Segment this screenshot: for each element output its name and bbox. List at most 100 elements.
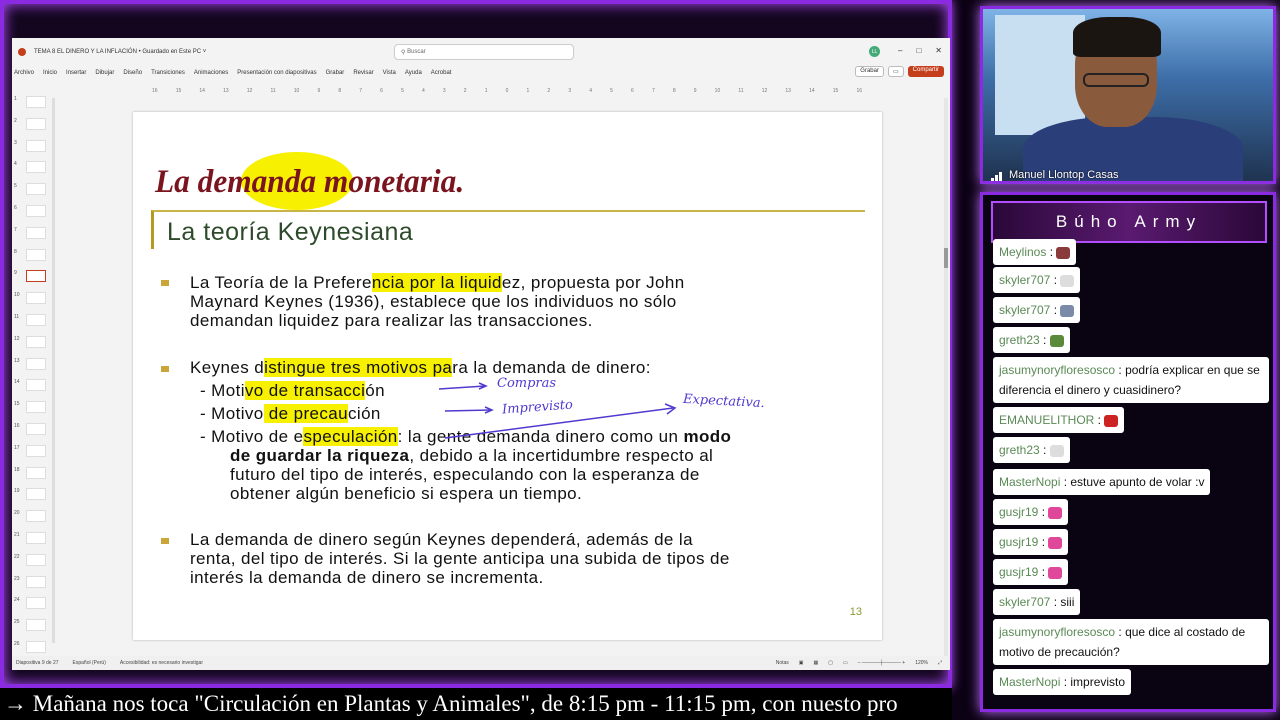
ink-note-compras: Compras	[497, 376, 557, 391]
ribbon-tab[interactable]: Dibujar	[95, 70, 114, 76]
close-icon[interactable]: ✕	[935, 46, 942, 55]
normal-view-icon[interactable]: ▣	[799, 660, 804, 666]
sorter-view-icon[interactable]: ▦	[814, 660, 819, 666]
chat-username[interactable]: gusjr19	[999, 535, 1038, 549]
slide-thumbnail[interactable]: 8	[14, 247, 54, 267]
fit-slide-icon[interactable]: ⤢	[938, 660, 942, 666]
chat-separator: :	[1060, 675, 1071, 689]
slide-thumbnail[interactable]: 6	[14, 203, 54, 223]
editor-scrollbar[interactable]	[944, 98, 948, 668]
language-status[interactable]: Español (Perú)	[73, 660, 106, 666]
ribbon-tab[interactable]: Archivo	[14, 70, 34, 76]
avatar[interactable]: LL	[869, 46, 880, 57]
zoom-level[interactable]: 120%	[915, 660, 928, 666]
chat-separator: :	[1094, 413, 1105, 427]
zoom-slider[interactable]: – ─────┼───── +	[858, 660, 905, 666]
slide-thumbnail[interactable]: 23	[14, 574, 54, 594]
thumbnail-preview	[26, 96, 46, 108]
title-bar: TEMA 8 EL DINERO Y LA INFLACIÓN • Guarda…	[12, 38, 950, 66]
slide-thumbnail[interactable]: 19	[14, 486, 54, 506]
slide-canvas[interactable]: La demanda monetaria. La teoría Keynesia…	[133, 112, 882, 640]
ribbon-tab[interactable]: Presentación con diapositivas	[237, 70, 316, 76]
ruler-tick: 0	[505, 88, 509, 94]
chat-username[interactable]: greth23	[999, 443, 1040, 457]
chat-username[interactable]: jasumynoryfloresosco	[999, 363, 1115, 377]
document-title[interactable]: TEMA 8 EL DINERO Y LA INFLACIÓN • Guarda…	[34, 49, 206, 55]
slide-thumbnail[interactable]: 9	[14, 268, 54, 288]
emote-icon	[1049, 334, 1064, 347]
chat-username[interactable]: MasterNopi	[999, 475, 1060, 489]
thumbnail-preview	[26, 335, 46, 348]
ribbon-tab[interactable]: Acrobat	[431, 70, 452, 76]
window-light	[995, 15, 1085, 135]
chat-separator: :	[1039, 443, 1050, 457]
reading-view-icon[interactable]: ▢	[828, 660, 833, 666]
chat-username[interactable]: gusjr19	[999, 505, 1038, 519]
slide-thumbnail[interactable]: 13	[14, 356, 54, 376]
chat-frame: Búho Army Meylinos : skyler707 : skyler7…	[980, 192, 1276, 712]
slide-thumbnail[interactable]: 10	[14, 290, 54, 310]
ruler-tick: 6	[631, 88, 634, 94]
chat-text: estuve apunto de volar :v	[1070, 475, 1205, 489]
chat-message: gusjr19 :	[993, 559, 1069, 585]
slide-thumbnail[interactable]: 2	[14, 116, 54, 136]
slide-thumbnail[interactable]: 20	[14, 508, 54, 528]
chat-username[interactable]: jasumynoryfloresosco	[999, 625, 1115, 639]
slide-thumbnail[interactable]: 7	[14, 225, 54, 245]
slide-thumbnail[interactable]: 3	[14, 138, 54, 158]
chat-username[interactable]: greth23	[999, 333, 1040, 347]
ribbon-tab[interactable]: Ayuda	[405, 70, 422, 76]
ribbon-tab[interactable]: Revisar	[353, 70, 373, 76]
notes-button[interactable]: Notas	[776, 660, 789, 666]
compartir-button[interactable]: Compartir	[907, 66, 944, 77]
slide-thumbnail[interactable]: 5	[14, 181, 54, 201]
chat-message: greth23 :	[993, 327, 1070, 353]
chat-username[interactable]: EMANUELITHOR	[999, 413, 1094, 427]
ribbon-tab[interactable]: Insertar	[66, 70, 86, 76]
slide-thumbnail[interactable]: 14	[14, 377, 54, 397]
ribbon-tab[interactable]: Inicio	[43, 70, 57, 76]
grabar-button[interactable]: Grabar	[855, 66, 884, 77]
slideshow-icon[interactable]: ▭	[843, 660, 848, 666]
ruler-tick: 8	[672, 88, 676, 94]
slide-thumbnail[interactable]: 12	[14, 334, 54, 354]
thumbnail-number: 5	[14, 183, 17, 190]
slide-thumbnail[interactable]: 4	[14, 159, 54, 179]
thumbnail-number: 8	[14, 248, 17, 255]
chat-separator: :	[1050, 303, 1061, 317]
slide-thumbnail[interactable]: 17	[14, 443, 54, 463]
search-input[interactable]: ⚲ Buscar	[394, 44, 574, 60]
ruler-tick: 13	[785, 88, 791, 94]
slide-thumbnail[interactable]: 24	[14, 595, 54, 615]
chat-username[interactable]: gusjr19	[999, 565, 1038, 579]
slide-thumbnail[interactable]: 21	[14, 530, 54, 550]
chat-username[interactable]: skyler707	[999, 303, 1050, 317]
scroll-thumb[interactable]	[944, 248, 948, 268]
chat-username[interactable]: Meylinos	[999, 245, 1046, 259]
thumbnail-preview	[26, 423, 46, 435]
slide-thumbnail[interactable]: 11	[14, 312, 54, 332]
chat-username[interactable]: skyler707	[999, 273, 1050, 287]
slide-thumbnail[interactable]: 18	[14, 465, 54, 485]
ribbon-tab[interactable]: Transiciones	[151, 70, 185, 76]
ribbon-tab[interactable]: Vista	[383, 70, 396, 76]
slide-thumbnail[interactable]: 22	[14, 552, 54, 572]
minimize-icon[interactable]: –	[898, 46, 902, 55]
ribbon-tab[interactable]: Diseño	[123, 70, 142, 76]
chat-username[interactable]: MasterNopi	[999, 675, 1060, 689]
slide-thumbnail[interactable]: 25	[14, 617, 54, 637]
accessibility-status[interactable]: Accesibilidad: es necesario investigar	[120, 660, 203, 666]
slide-thumbnail[interactable]: 1	[14, 94, 54, 114]
emote-icon	[1049, 444, 1064, 457]
chat-text: imprevisto	[1070, 675, 1126, 689]
thumbnail-number: 2	[14, 117, 17, 124]
slide-thumbnail[interactable]: 16	[14, 421, 54, 441]
webcam-frame: Manuel Llontop Casas	[980, 6, 1276, 184]
thumbnail-scrollbar[interactable]	[52, 98, 55, 643]
comments-icon[interactable]: ▭	[887, 66, 904, 77]
slide-thumbnail[interactable]: 15	[14, 399, 54, 419]
ribbon-tab[interactable]: Grabar	[326, 70, 345, 76]
maximize-icon[interactable]: □	[916, 46, 921, 55]
chat-username[interactable]: skyler707	[999, 595, 1050, 609]
ribbon-tab[interactable]: Animaciones	[194, 70, 228, 76]
